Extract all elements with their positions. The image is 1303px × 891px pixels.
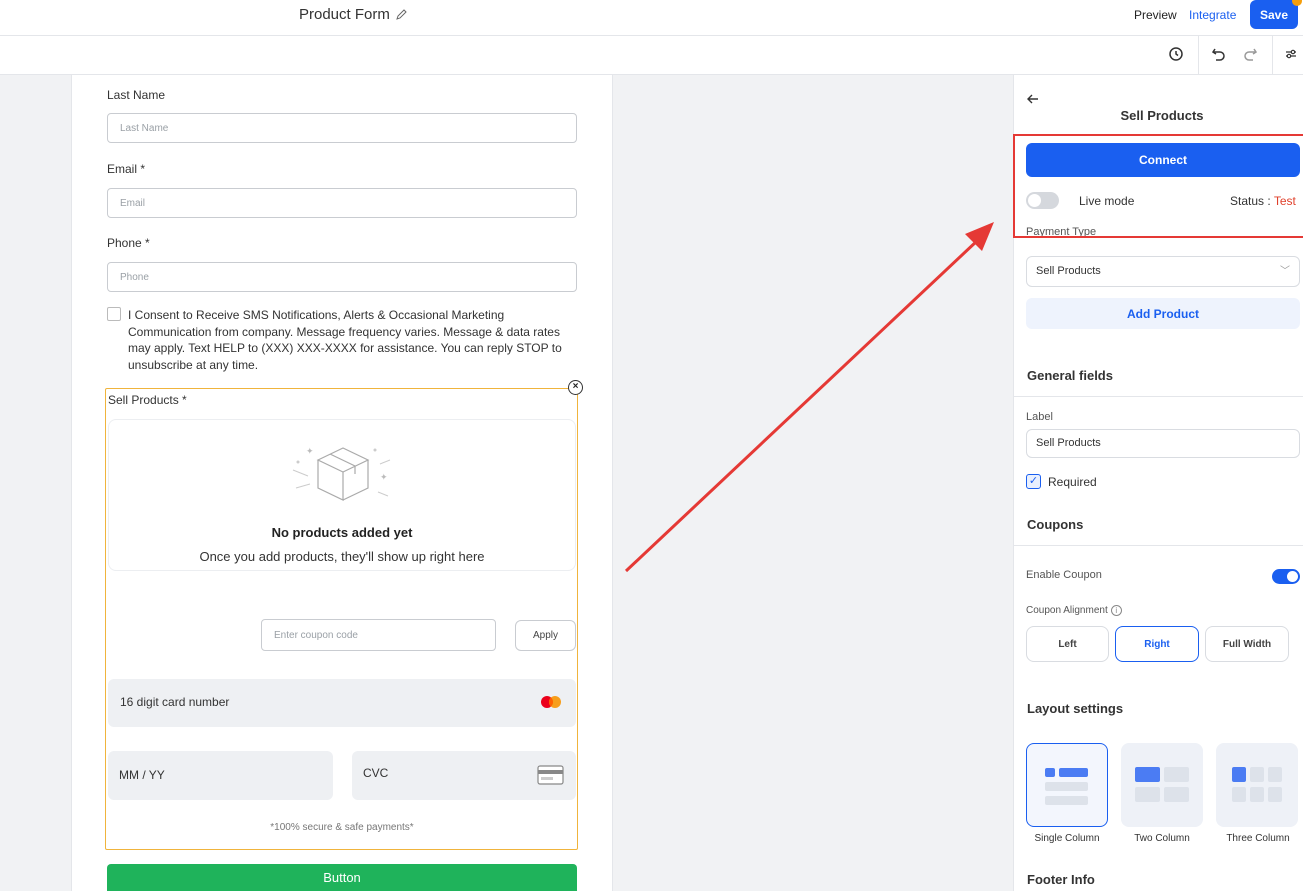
last-name-input[interactable]: [107, 113, 577, 143]
phone-label: Phone *: [107, 236, 150, 250]
preview-link[interactable]: Preview: [1134, 8, 1177, 22]
history-icon[interactable]: [1166, 44, 1186, 64]
empty-state-title: No products added yet: [271, 525, 413, 540]
svg-text:✦: ✦: [306, 447, 314, 457]
chevron-down-icon: ﹀: [1280, 266, 1290, 277]
card-back-icon: [537, 765, 564, 785]
required-checkbox[interactable]: ✓: [1026, 474, 1041, 489]
save-button[interactable]: Save: [1250, 0, 1298, 29]
form-submit-button[interactable]: Button: [107, 864, 577, 891]
card-number-placeholder: 16 digit card number: [120, 695, 230, 709]
alignment-left-button[interactable]: Left: [1026, 626, 1109, 662]
mastercard-icon: [541, 696, 561, 708]
required-label: Required: [1048, 475, 1097, 489]
empty-state-subtitle: Once you add products, they'll show up r…: [199, 549, 485, 564]
toggle-knob: [1028, 194, 1041, 207]
section-divider: [1013, 396, 1303, 397]
layout-single-column-card[interactable]: [1026, 743, 1108, 827]
sms-consent-checkbox[interactable]: [107, 307, 121, 321]
unsaved-indicator-dot: [1292, 0, 1302, 6]
layout-three-column-card[interactable]: [1216, 743, 1298, 827]
top-bar: Product Form Preview Integrate Save: [0, 0, 1303, 36]
integrate-link[interactable]: Integrate: [1189, 8, 1236, 22]
layout-three-column-label: Three Column: [1226, 833, 1290, 844]
enable-coupon-label: Enable Coupon: [1026, 569, 1102, 581]
label-caption: Label: [1026, 411, 1053, 423]
cvc-placeholder: CVC: [363, 766, 389, 780]
empty-box-icon: ✦ ✦: [292, 447, 391, 501]
coupon-code-input[interactable]: [261, 619, 496, 651]
redo-icon[interactable]: [1240, 44, 1260, 64]
info-icon[interactable]: i: [1110, 605, 1122, 616]
email-input[interactable]: [107, 188, 577, 218]
pencil-icon[interactable]: [395, 8, 408, 21]
layout-settings-title: Layout settings: [1027, 701, 1124, 716]
section-divider: [1013, 545, 1303, 546]
toggle-knob: [1287, 571, 1298, 582]
connect-button[interactable]: Connect: [1026, 143, 1300, 177]
layout-single-column-label: Single Column: [1034, 833, 1100, 844]
live-mode-label: Live mode: [1079, 194, 1135, 208]
toolbar-divider: [1272, 36, 1273, 75]
layout-two-column-card[interactable]: [1121, 743, 1203, 827]
add-product-button[interactable]: Add Product: [1026, 298, 1300, 329]
sms-consent-text: I Consent to Receive SMS Notifications, …: [128, 308, 562, 372]
settings-sliders-icon[interactable]: [1281, 44, 1301, 64]
status-value: Test: [1273, 194, 1296, 208]
coupon-alignment-label: Coupon Alignment i: [1026, 605, 1122, 616]
footer-info-title: Footer Info: [1027, 872, 1095, 887]
payment-status: Status : Test: [1230, 194, 1296, 208]
panel-title: Sell Products: [1120, 108, 1204, 123]
coupon-alignment-text: Coupon Alignment: [1026, 605, 1108, 617]
apply-coupon-button[interactable]: Apply: [515, 620, 576, 651]
status-label-text: Status :: [1230, 194, 1274, 208]
toolbar-divider: [1198, 36, 1199, 75]
coupons-title: Coupons: [1027, 517, 1084, 532]
editor-toolbar: [0, 36, 1303, 75]
payment-type-label: Payment Type: [1026, 226, 1097, 238]
last-name-label: Last Name: [107, 88, 166, 102]
expiry-placeholder: MM / YY: [119, 768, 165, 782]
live-mode-toggle[interactable]: [1026, 192, 1059, 209]
secure-payments-note: *100% secure & safe payments*: [270, 822, 414, 833]
back-arrow-icon[interactable]: [1026, 92, 1040, 106]
payment-type-select[interactable]: Sell Products ﹀: [1026, 256, 1300, 287]
enable-coupon-toggle[interactable]: [1272, 569, 1300, 584]
form-title-text: Product Form: [299, 6, 390, 23]
alignment-right-button[interactable]: Right: [1115, 626, 1199, 662]
phone-input[interactable]: [107, 262, 577, 292]
sell-products-label: Sell Products *: [108, 393, 187, 407]
label-input[interactable]: Sell Products: [1026, 429, 1300, 458]
undo-icon[interactable]: [1209, 44, 1229, 64]
email-label: Email *: [107, 162, 146, 176]
remove-field-close-icon[interactable]: ×: [568, 380, 583, 395]
general-fields-title: General fields: [1027, 368, 1113, 383]
layout-two-column-label: Two Column: [1134, 833, 1190, 844]
form-title[interactable]: Product Form: [299, 6, 408, 23]
payment-type-value: Sell Products: [1036, 265, 1101, 277]
svg-text:✦: ✦: [380, 473, 388, 483]
alignment-full-width-button[interactable]: Full Width: [1205, 626, 1289, 662]
